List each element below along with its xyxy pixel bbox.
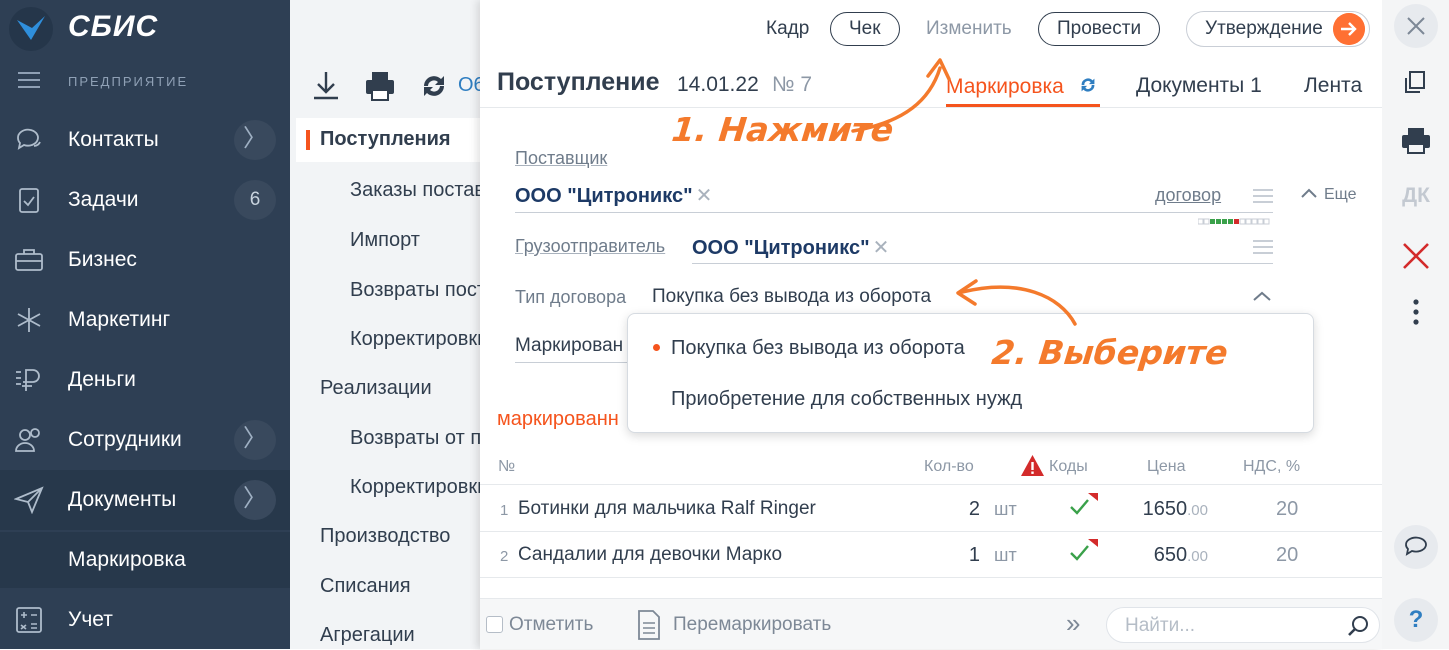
help-button[interactable]: ?	[1394, 598, 1438, 642]
delete-cross-icon[interactable]	[1394, 234, 1438, 278]
dk-button[interactable]: ДК	[1394, 184, 1438, 228]
chat-button[interactable]	[1394, 525, 1438, 569]
annotation-step1: 1. Нажмите	[669, 110, 896, 149]
printer-icon[interactable]	[1394, 118, 1438, 162]
annotation-arrows	[851, 58, 1077, 326]
close-button[interactable]	[1394, 4, 1438, 48]
close-icon	[1407, 17, 1425, 35]
annotation-step2: 2. Выберите	[989, 333, 1230, 372]
copy-icon[interactable]	[1394, 60, 1438, 104]
right-toolbar: ДК ?	[1382, 0, 1449, 649]
more-vertical-icon[interactable]	[1394, 290, 1438, 334]
chat-icon	[1405, 536, 1427, 556]
